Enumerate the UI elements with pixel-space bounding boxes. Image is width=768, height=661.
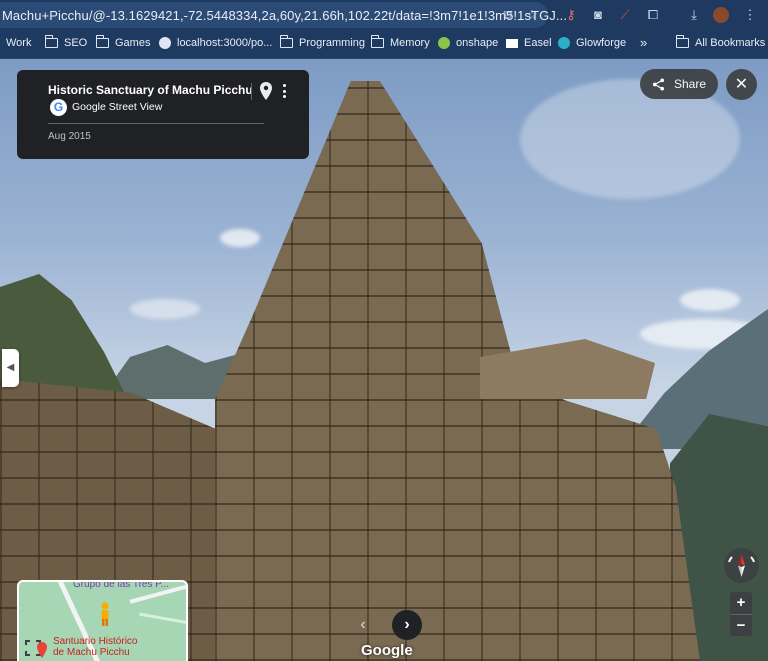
zoom-out-button[interactable]: − [730,614,752,636]
easel-icon [506,38,518,48]
google-g-icon: G [50,99,67,116]
bookmark-label: Games [115,37,151,49]
bookmark-localhost[interactable]: localhost:3000/po... [159,37,272,49]
folder-icon [44,35,58,48]
bookmarks-overflow-button[interactable]: » [640,35,647,50]
profile-avatar[interactable] [713,7,729,23]
camera-extension-icon[interactable]: ◙ [590,7,606,23]
mini-map[interactable]: Grupo de las Tres P... Santuario Históri… [17,580,188,661]
divider [48,123,264,124]
map-location-line: Santuario Histórico [53,636,138,647]
collapse-panel-chevron-icon[interactable]: ◀ [2,349,19,387]
bookmark-all-bookmarks[interactable]: All Bookmarks [675,35,766,49]
folder-icon [279,35,293,48]
bookmark-label: Programming [299,37,366,49]
bookmark-label: Memory [390,37,430,49]
blocked-extension-icon[interactable]: ⟋ [617,7,633,23]
folder-icon [95,35,109,48]
address-bar[interactable]: Machu+Picchu/@-13.1629421,-72.5448334,2a… [0,2,567,28]
cloud [680,289,740,311]
cloud [130,299,200,319]
bookmark-label: SEO [64,37,88,49]
bookmark-label: localhost:3000/po... [177,37,273,49]
bookmark-work[interactable]: Work [0,37,31,49]
browser-toolbar: Machu+Picchu/@-13.1629421,-72.5448334,2a… [0,0,768,30]
source-label: Google Street View [72,101,163,113]
bookmark-games[interactable]: Games [95,35,151,49]
map-pin-icon[interactable] [259,82,273,100]
download-icon[interactable]: ⤓ [686,7,702,23]
bookmark-label: All Bookmarks [695,37,766,49]
bookmark-seo[interactable]: SEO [44,35,88,49]
glowforge-icon [558,37,570,49]
map-location-label[interactable]: Santuario Histórico de Machu Picchu [53,636,137,658]
divider [251,83,252,100]
bookmark-glowforge[interactable]: Glowforge [558,37,626,49]
compass-icon[interactable] [724,548,759,583]
map-path [139,612,186,625]
share-button[interactable]: Share [640,69,718,99]
share-icon [652,77,665,91]
extension-key-icon[interactable]: ⚷ [563,7,579,23]
previous-arrow-icon[interactable]: ‹ [348,610,378,640]
bookmark-label: Glowforge [576,37,627,49]
google-watermark: Google [361,642,413,659]
close-button[interactable]: ✕ [726,69,757,100]
bookmark-onshape[interactable]: onshape [438,37,498,49]
compass-needle-icon [728,554,755,577]
share-label: Share [674,77,707,91]
location-info-card: Historic Sanctuary of Machu Picchu G Goo… [17,70,309,159]
more-options-icon[interactable] [279,83,289,99]
map-location-line: de Machu Picchu [53,647,130,658]
folder-icon [675,35,689,48]
capture-date[interactable]: Aug 2015 [48,131,91,142]
location-pin-icon [37,642,47,658]
bookmark-programming[interactable]: Programming [279,35,366,49]
zoom-in-button[interactable]: + [730,592,752,614]
place-title[interactable]: Historic Sanctuary of Machu Picchu [48,83,253,97]
url-text[interactable]: Machu+Picchu/@-13.1629421,-72.5448334,2a… [0,8,567,23]
cloud [220,229,260,247]
globe-icon [159,37,171,49]
map-place-label[interactable]: Grupo de las Tres P... [73,582,169,590]
bookmark-label: Easel [524,37,552,49]
bookmark-label: onshape [456,37,499,49]
menu-kebab-icon[interactable]: ⋮ [742,7,758,23]
bookmarks-bar: Work SEO Games localhost:3000/po... Prog… [0,30,768,59]
extensions-puzzle-icon[interactable]: ⧠ [645,7,661,23]
next-arrow-icon[interactable]: › [392,610,422,640]
bookmark-label: Work [6,37,32,49]
bookmark-star-icon[interactable]: ☆ [524,7,540,23]
zoom-control: + − [730,592,752,636]
pegman-icon[interactable] [99,602,111,626]
onshape-icon [438,37,450,49]
folder-icon [370,35,384,48]
bookmark-memory[interactable]: Memory [370,35,430,49]
install-app-icon[interactable]: ⧉ [500,7,516,23]
bookmark-easel[interactable]: Easel [506,37,552,49]
